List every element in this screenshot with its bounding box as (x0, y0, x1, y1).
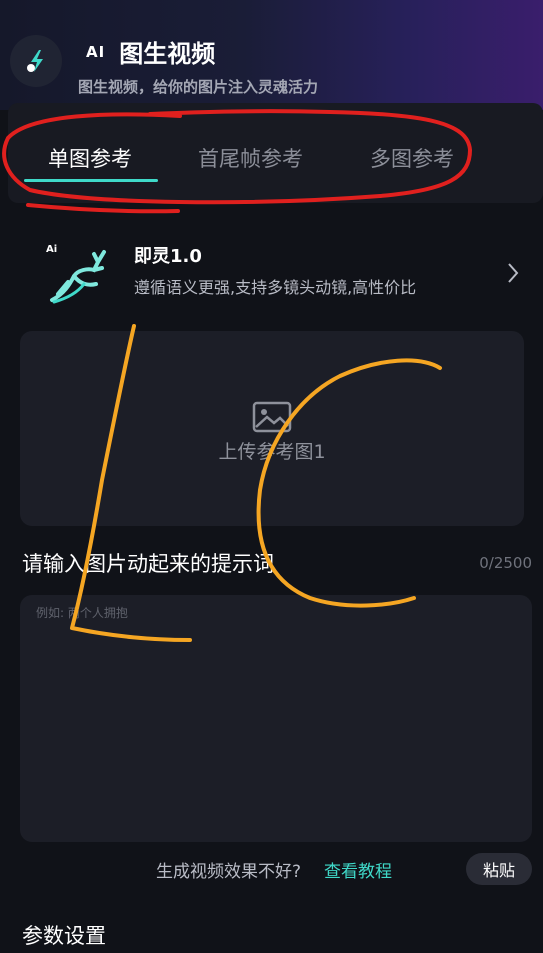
model-name: 即灵1.0 (134, 246, 202, 267)
params-section-title: 参数设置 (22, 924, 106, 948)
ai-badge: AI (86, 42, 106, 61)
prompt-placeholder: 例如: 两个人拥抱 (36, 606, 128, 620)
page-subtitle: 图生视频，给你的图片注入灵魂活力 (78, 78, 319, 96)
prompt-input[interactable] (20, 595, 532, 842)
app-logo-icon (27, 50, 43, 72)
tab-first-last-frame[interactable]: 首尾帧参考 (198, 143, 303, 173)
chevron-right-icon (508, 263, 519, 283)
upload-reference-image[interactable]: 上传参考图1 (20, 331, 524, 526)
tab-single-image[interactable]: 单图参考 (48, 143, 132, 173)
image-icon (252, 401, 292, 433)
help-text: 生成视频效果不好? (156, 862, 302, 882)
reference-mode-tabs: 单图参考 首尾帧参考 多图参考 (8, 103, 543, 203)
app-logo[interactable] (10, 35, 62, 87)
page-header: AI 图生视频 图生视频，给你的图片注入灵魂活力 (0, 0, 543, 110)
model-icon-badge: Ai (46, 244, 57, 255)
deer-logo-icon: Ai (46, 244, 106, 304)
char-counter: 0/2500 (479, 554, 532, 572)
paste-button[interactable]: 粘贴 (466, 853, 532, 885)
prompt-label: 请输入图片动起来的提示词 (22, 552, 274, 576)
tutorial-link[interactable]: 查看教程 (324, 857, 392, 882)
upload-label: 上传参考图1 (218, 441, 326, 463)
tab-multi-image[interactable]: 多图参考 (370, 143, 454, 173)
title-row: AI 图生视频 (86, 34, 215, 69)
active-tab-indicator (24, 179, 158, 182)
page-title: 图生视频 (119, 40, 216, 68)
model-selector[interactable]: Ai 即灵1.0 遵循语义更强,支持多镜头动镜,高性价比 (8, 210, 543, 310)
model-description: 遵循语义更强,支持多镜头动镜,高性价比 (134, 278, 417, 297)
